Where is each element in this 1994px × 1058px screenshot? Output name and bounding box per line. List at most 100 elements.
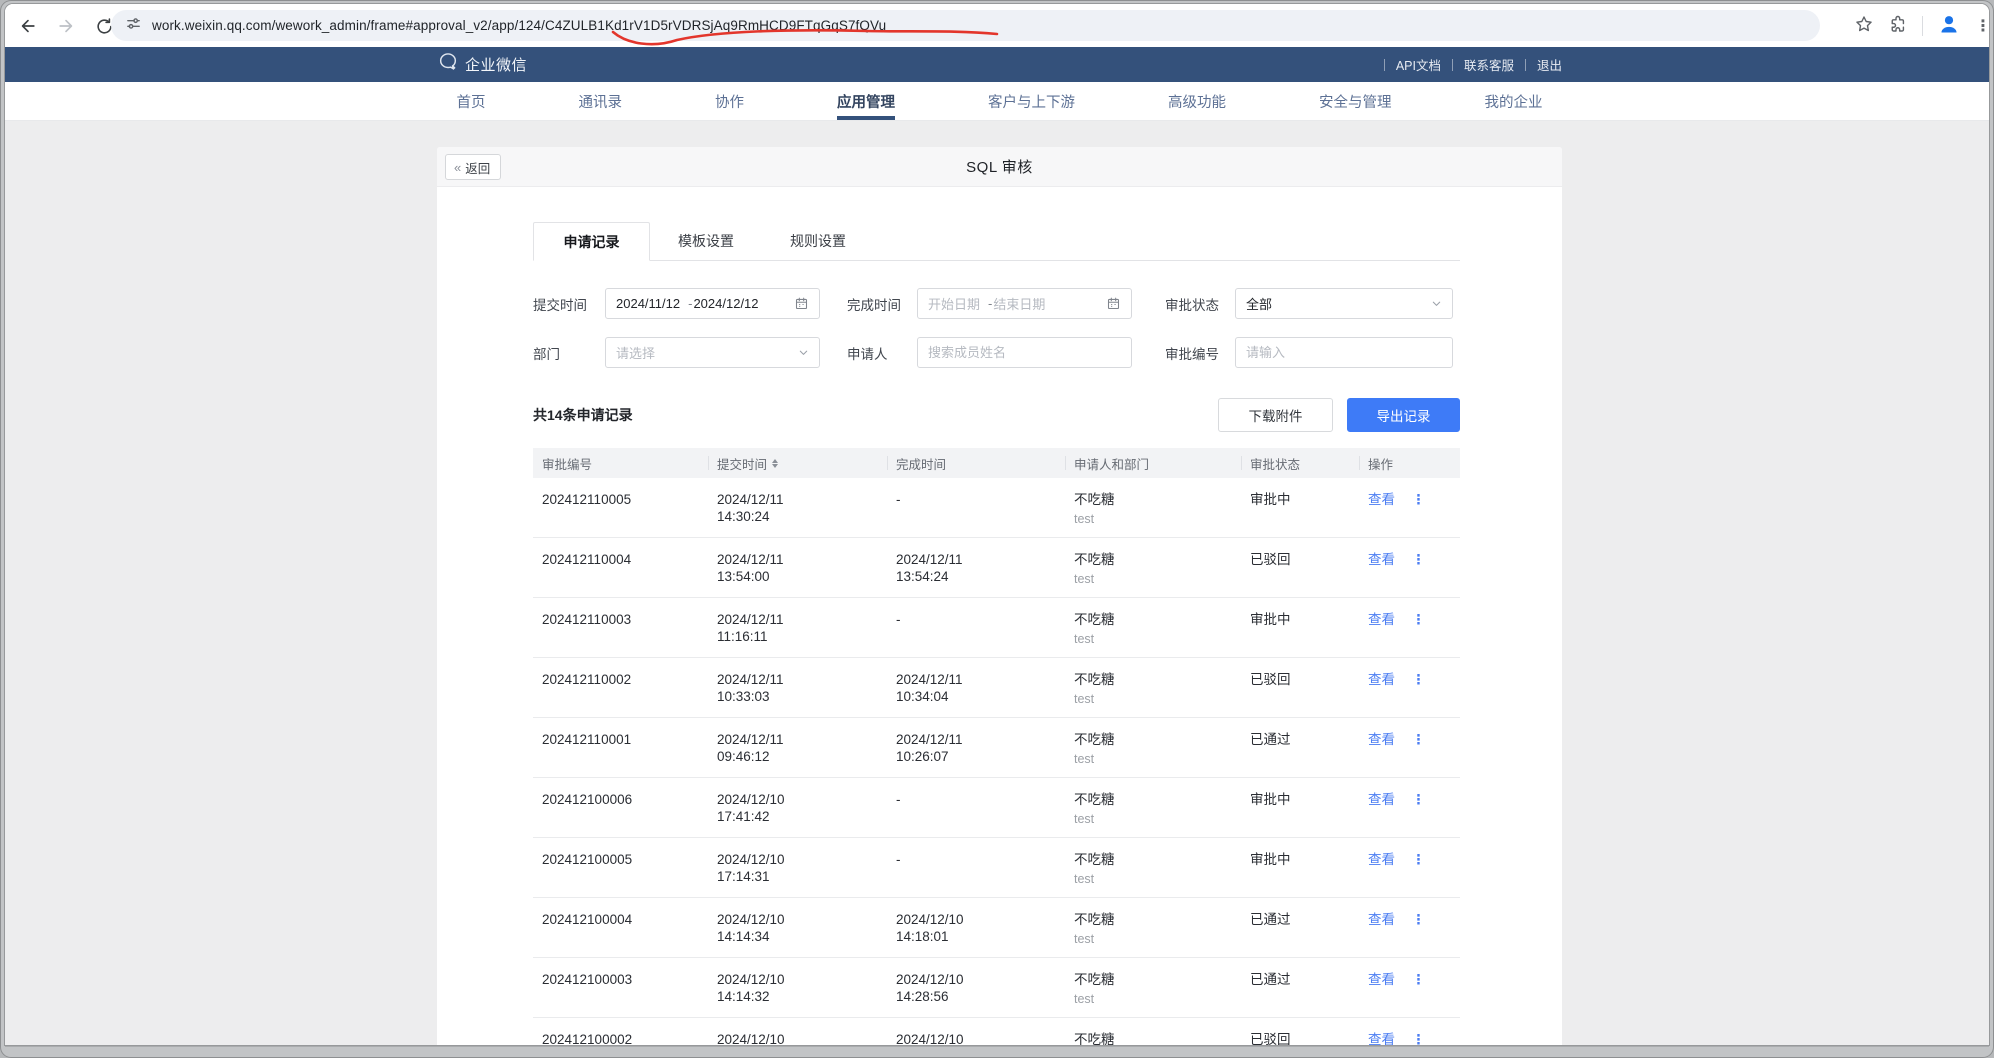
main-nav: 首页 通讯录 协作 应用管理 客户与上下游 高级功能 安全与管理 我的企业: [5, 82, 1989, 121]
cell-actions: 查看 ⋮: [1359, 958, 1460, 1017]
view-link[interactable]: 查看: [1368, 911, 1395, 928]
approval-no-field[interactable]: [1235, 337, 1453, 368]
row-more-actions-icon[interactable]: ⋮: [1412, 491, 1426, 508]
site-info-icon[interactable]: [125, 15, 142, 37]
sort-icon[interactable]: [772, 459, 778, 468]
department-label: 部门: [533, 343, 605, 363]
nav-item[interactable]: 我的企业: [1485, 82, 1543, 120]
approval-no-input[interactable]: [1246, 345, 1442, 360]
submit-start-date[interactable]: 2024/11/12: [616, 296, 680, 311]
view-link[interactable]: 查看: [1368, 1031, 1395, 1045]
url-bar[interactable]: work.weixin.qq.com/wework_admin/frame#ap…: [111, 10, 1820, 41]
submit-time-range-picker[interactable]: 2024/11/12 - 2024/12/12: [605, 288, 820, 319]
page-title: SQL 审核: [966, 156, 1033, 177]
status-text: 审批中: [1250, 491, 1359, 508]
back-icon[interactable]: [15, 13, 41, 39]
status-text: 已通过: [1250, 911, 1359, 928]
header-submit-time[interactable]: 提交时间: [708, 448, 887, 478]
tab[interactable]: 模板设置: [650, 222, 762, 260]
cell-approval-id: 202412100003: [533, 958, 708, 1017]
cell-status: 已通过: [1241, 898, 1359, 957]
tab[interactable]: 申请记录: [533, 222, 650, 261]
status-text: 已通过: [1250, 971, 1359, 988]
row-more-actions-icon[interactable]: ⋮: [1412, 551, 1426, 568]
calendar-icon[interactable]: [1106, 296, 1121, 311]
view-link[interactable]: 查看: [1368, 731, 1395, 748]
approval-status-select[interactable]: 全部: [1235, 288, 1453, 319]
view-link[interactable]: 查看: [1368, 491, 1395, 508]
cell-submit-time: 2024/12/1017:41:42: [708, 778, 887, 837]
cell-finish-time: -: [887, 598, 1065, 657]
view-link[interactable]: 查看: [1368, 671, 1395, 688]
cell-submit-time: 2024/12/1110:33:03: [708, 658, 887, 717]
url-text[interactable]: work.weixin.qq.com/wework_admin/frame#ap…: [152, 18, 886, 33]
tab[interactable]: 规则设置: [762, 222, 874, 260]
nav-item[interactable]: 高级功能: [1168, 82, 1226, 120]
applicant-search-input[interactable]: [928, 345, 1121, 360]
profile-avatar-icon[interactable]: [1937, 12, 1961, 41]
extensions-icon[interactable]: [1888, 14, 1908, 39]
cell-status: 已驳回: [1241, 658, 1359, 717]
records-table: 审批编号 提交时间 完成时间 申请人和部门 审批状态 操作 20241: [533, 448, 1460, 1045]
content-card: « 返回 SQL 审核 申请记录 模板设置 规则设置: [437, 147, 1562, 1045]
nav-item[interactable]: 首页: [457, 82, 486, 120]
topbar-link[interactable]: API文档: [1373, 55, 1441, 74]
view-link[interactable]: 查看: [1368, 611, 1395, 628]
applicant-search-field[interactable]: [917, 337, 1132, 368]
back-chevron-icon: «: [454, 160, 461, 175]
table-row: 202412110001 2024/12/1109:46:12 2024/12/…: [533, 718, 1460, 778]
row-more-actions-icon[interactable]: ⋮: [1412, 611, 1426, 628]
cell-status: 已驳回: [1241, 1018, 1359, 1045]
header-status: 审批状态: [1241, 448, 1359, 478]
brand-name: 企业微信: [465, 54, 527, 75]
row-more-actions-icon[interactable]: ⋮: [1412, 911, 1426, 928]
link-divider: [1525, 59, 1526, 71]
browser-menu-icon[interactable]: ⋮: [1975, 16, 1985, 36]
cell-applicant: 不吃糖test: [1065, 898, 1241, 957]
cell-approval-id: 202412100002: [533, 1018, 708, 1045]
finish-start-placeholder[interactable]: 开始日期: [928, 294, 980, 313]
status-text: 已驳回: [1250, 1031, 1359, 1045]
nav-item[interactable]: 协作: [715, 82, 744, 120]
row-more-actions-icon[interactable]: ⋮: [1412, 791, 1426, 808]
nav-item[interactable]: 通讯录: [579, 82, 623, 120]
department-select[interactable]: 请选择: [605, 337, 820, 368]
browser-chrome: work.weixin.qq.com/wework_admin/frame#ap…: [5, 4, 1989, 47]
table-row: 202412100002 2024/12/10 2024/12/10 不吃糖 已…: [533, 1018, 1460, 1045]
calendar-icon[interactable]: [794, 296, 809, 311]
topbar-link[interactable]: 联系客服: [1441, 55, 1514, 74]
page-background: « 返回 SQL 审核 申请记录 模板设置 规则设置: [5, 121, 1989, 1045]
view-link[interactable]: 查看: [1368, 551, 1395, 568]
nav-item[interactable]: 客户与上下游: [988, 82, 1075, 120]
cell-approval-id: 202412100005: [533, 838, 708, 897]
back-button[interactable]: « 返回: [445, 154, 501, 180]
forward-icon[interactable]: [53, 13, 79, 39]
row-more-actions-icon[interactable]: ⋮: [1412, 971, 1426, 988]
cell-status: 审批中: [1241, 478, 1359, 537]
nav-item[interactable]: 安全与管理: [1319, 82, 1392, 120]
finish-end-placeholder[interactable]: 结束日期: [993, 294, 1045, 313]
export-records-button[interactable]: 导出记录: [1347, 398, 1460, 432]
view-link[interactable]: 查看: [1368, 791, 1395, 808]
brand[interactable]: 企业微信: [437, 51, 527, 78]
table-header: 审批编号 提交时间 完成时间 申请人和部门 审批状态 操作: [533, 448, 1460, 478]
cell-finish-time: 2024/12/1113:54:24: [887, 538, 1065, 597]
cell-actions: 查看 ⋮: [1359, 778, 1460, 837]
view-link[interactable]: 查看: [1368, 971, 1395, 988]
row-more-actions-icon[interactable]: ⋮: [1412, 1031, 1426, 1045]
topbar-link[interactable]: 退出: [1514, 55, 1562, 74]
bookmark-star-icon[interactable]: [1854, 14, 1874, 39]
row-more-actions-icon[interactable]: ⋮: [1412, 731, 1426, 748]
nav-item[interactable]: 应用管理: [837, 82, 895, 120]
row-more-actions-icon[interactable]: ⋮: [1412, 671, 1426, 688]
filters: 提交时间 2024/11/12 - 2024/12/12: [533, 288, 1460, 368]
submit-end-date[interactable]: 2024/12/12: [693, 296, 758, 311]
record-count: 共14条申请记录: [533, 405, 633, 425]
cell-approval-id: 202412110004: [533, 538, 708, 597]
cell-approval-id: 202412110003: [533, 598, 708, 657]
header-actions: 操作: [1359, 448, 1460, 478]
download-attachments-button[interactable]: 下载附件: [1218, 398, 1333, 432]
row-more-actions-icon[interactable]: ⋮: [1412, 851, 1426, 868]
finish-time-range-picker[interactable]: 开始日期 - 结束日期: [917, 288, 1132, 319]
view-link[interactable]: 查看: [1368, 851, 1395, 868]
